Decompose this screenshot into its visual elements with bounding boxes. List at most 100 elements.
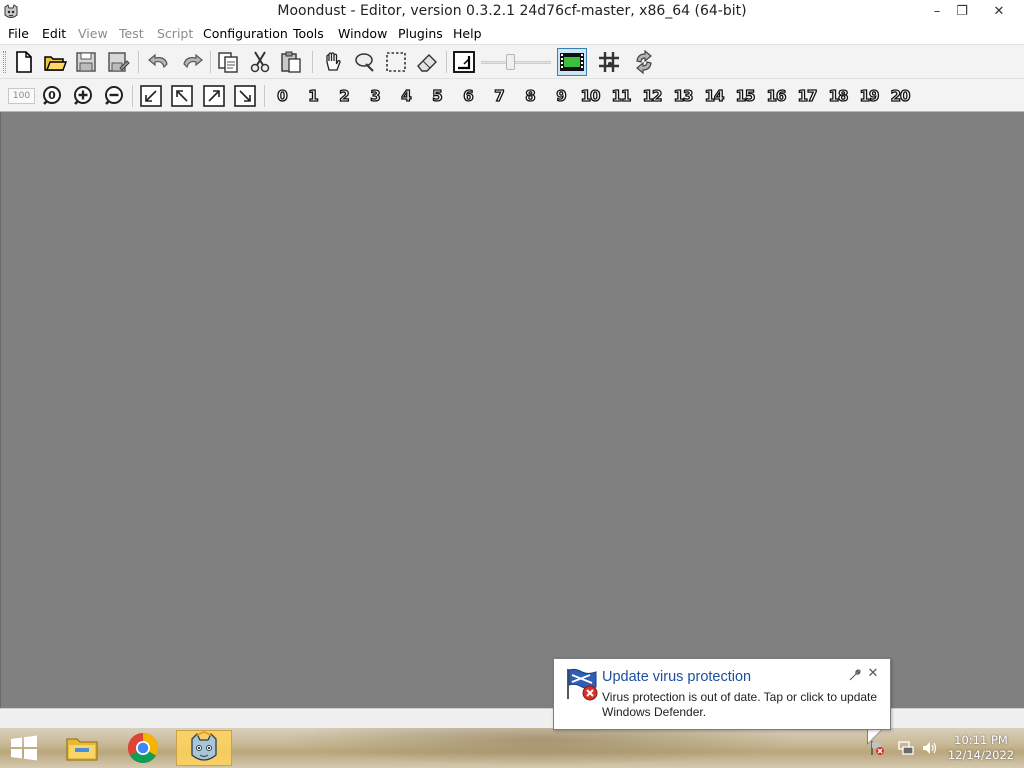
zoom-reset-button[interactable]: 0 bbox=[40, 84, 64, 108]
taskbar-clock[interactable]: 10:11 PM 12/14/2022 bbox=[944, 733, 1018, 763]
notification-close-button[interactable]: ✕ bbox=[866, 666, 880, 682]
layer-16-button[interactable]: 16 bbox=[765, 85, 787, 107]
title-bar: Moondust - Editor, version 0.3.2.1 24d76… bbox=[0, 0, 1024, 24]
layer-label: 3 bbox=[370, 86, 382, 105]
mdi-workspace[interactable] bbox=[0, 112, 1024, 708]
copy-icon bbox=[218, 52, 238, 73]
redo-button[interactable] bbox=[180, 50, 204, 74]
layer-6-button[interactable]: 6 bbox=[457, 85, 479, 107]
zoom-in-button[interactable] bbox=[71, 84, 95, 108]
slider-thumb[interactable] bbox=[506, 54, 515, 70]
layer-19-button[interactable]: 19 bbox=[858, 85, 880, 107]
layer-label: 8 bbox=[525, 86, 537, 105]
layer-17-button[interactable]: 17 bbox=[796, 85, 818, 107]
volume-tray-icon[interactable] bbox=[922, 740, 938, 756]
refresh-button[interactable] bbox=[632, 50, 656, 74]
open-folder-icon bbox=[44, 56, 67, 71]
zoom-out-button[interactable] bbox=[102, 84, 126, 108]
notification-balloon[interactable]: Update virus protection Virus protection… bbox=[553, 658, 891, 730]
toolbar-separator bbox=[132, 85, 133, 107]
layer-label: 1 bbox=[308, 86, 320, 105]
menu-script[interactable]: Script bbox=[157, 26, 193, 41]
layer-9-button[interactable]: 9 bbox=[550, 85, 572, 107]
paste-button[interactable] bbox=[279, 50, 303, 74]
resize-section-button[interactable] bbox=[452, 50, 476, 74]
layer-11-button[interactable]: 11 bbox=[610, 85, 632, 107]
select-tool-button[interactable] bbox=[353, 50, 377, 74]
rectangle-select-icon bbox=[386, 52, 406, 72]
layer-10-button[interactable]: 10 bbox=[579, 85, 601, 107]
taskbar-moondust-editor[interactable] bbox=[176, 730, 232, 766]
menu-help[interactable]: Help bbox=[453, 26, 482, 41]
layer-0-button[interactable]: 0 bbox=[271, 85, 293, 107]
save-as-button[interactable] bbox=[106, 50, 130, 74]
menu-test[interactable]: Test bbox=[119, 26, 144, 41]
layer-label: 9 bbox=[556, 86, 568, 105]
notification-message: Virus protection is out of date. Tap or … bbox=[602, 690, 878, 719]
rect-select-button[interactable] bbox=[384, 50, 408, 74]
menu-view[interactable]: View bbox=[78, 26, 108, 41]
menu-file[interactable]: File bbox=[8, 26, 29, 41]
close-button[interactable]: ✕ bbox=[984, 0, 1014, 22]
taskbar-chrome[interactable] bbox=[115, 730, 171, 766]
toolbar-grip[interactable] bbox=[3, 51, 6, 73]
menu-plugins[interactable]: Plugins bbox=[398, 26, 443, 41]
chrome-icon bbox=[127, 733, 159, 764]
eraser-button[interactable] bbox=[415, 50, 439, 74]
save-button[interactable] bbox=[74, 50, 98, 74]
menu-tools[interactable]: Tools bbox=[293, 26, 324, 41]
toolbar-separator bbox=[446, 51, 447, 73]
move-top-left-button[interactable] bbox=[170, 84, 194, 108]
refresh-arrows-icon bbox=[636, 50, 652, 74]
zoom-reset-icon: 0 bbox=[43, 86, 61, 105]
new-file-button[interactable] bbox=[12, 50, 36, 74]
toolbar-separator bbox=[312, 51, 313, 73]
taskbar-file-explorer[interactable] bbox=[54, 730, 110, 766]
layer-12-button[interactable]: 12 bbox=[641, 85, 663, 107]
cut-scissors-icon bbox=[250, 51, 270, 73]
layer-14-button[interactable]: 14 bbox=[703, 85, 725, 107]
hand-scroll-button[interactable] bbox=[321, 50, 345, 74]
layer-3-button[interactable]: 3 bbox=[364, 85, 386, 107]
copy-button[interactable] bbox=[216, 50, 240, 74]
menu-edit[interactable]: Edit bbox=[42, 26, 66, 41]
wrench-settings-icon[interactable] bbox=[848, 668, 862, 682]
opacity-slider[interactable] bbox=[481, 54, 551, 70]
menu-window[interactable]: Window bbox=[338, 26, 387, 41]
layer-4-button[interactable]: 4 bbox=[395, 85, 417, 107]
layer-label: 7 bbox=[494, 86, 506, 105]
layer-label: 2 bbox=[339, 86, 351, 105]
view-toolbar: 100 0 0 1 2 3 4 5 6 7 8 9 10 11 12 13 14… bbox=[0, 78, 1024, 112]
menu-configuration[interactable]: Configuration bbox=[203, 26, 288, 41]
layer-5-button[interactable]: 5 bbox=[426, 85, 448, 107]
main-toolbar bbox=[0, 44, 1024, 78]
move-bottom-right-button[interactable] bbox=[233, 84, 257, 108]
restore-button[interactable]: ❐ bbox=[947, 0, 977, 22]
layer-15-button[interactable]: 15 bbox=[734, 85, 756, 107]
cut-button[interactable] bbox=[248, 50, 272, 74]
save-as-icon bbox=[108, 52, 130, 72]
move-top-right-button[interactable] bbox=[202, 84, 226, 108]
network-tray-icon[interactable] bbox=[898, 740, 914, 756]
undo-button[interactable] bbox=[147, 50, 171, 74]
wallpaper-strip bbox=[260, 728, 820, 768]
move-bottom-left-button[interactable] bbox=[139, 84, 163, 108]
zoom-in-icon bbox=[74, 86, 92, 105]
open-file-button[interactable] bbox=[43, 50, 67, 74]
playback-toggle-button[interactable] bbox=[557, 48, 587, 76]
windows-start-icon[interactable] bbox=[10, 735, 38, 761]
layer-1-button[interactable]: 1 bbox=[302, 85, 324, 107]
layer-20-button[interactable]: 20 bbox=[889, 85, 911, 107]
redo-icon bbox=[183, 53, 203, 69]
zoom-value-field[interactable]: 100 bbox=[8, 88, 35, 104]
layer-label: 19 bbox=[859, 86, 880, 105]
layer-18-button[interactable]: 18 bbox=[827, 85, 849, 107]
layer-2-button[interactable]: 2 bbox=[333, 85, 355, 107]
layer-8-button[interactable]: 8 bbox=[519, 85, 541, 107]
layer-7-button[interactable]: 7 bbox=[488, 85, 510, 107]
notification-title: Update virus protection bbox=[602, 669, 752, 685]
layer-label: 12 bbox=[642, 86, 663, 105]
layer-label: 6 bbox=[463, 86, 475, 105]
layer-13-button[interactable]: 13 bbox=[672, 85, 694, 107]
grid-snap-button[interactable] bbox=[597, 50, 621, 74]
